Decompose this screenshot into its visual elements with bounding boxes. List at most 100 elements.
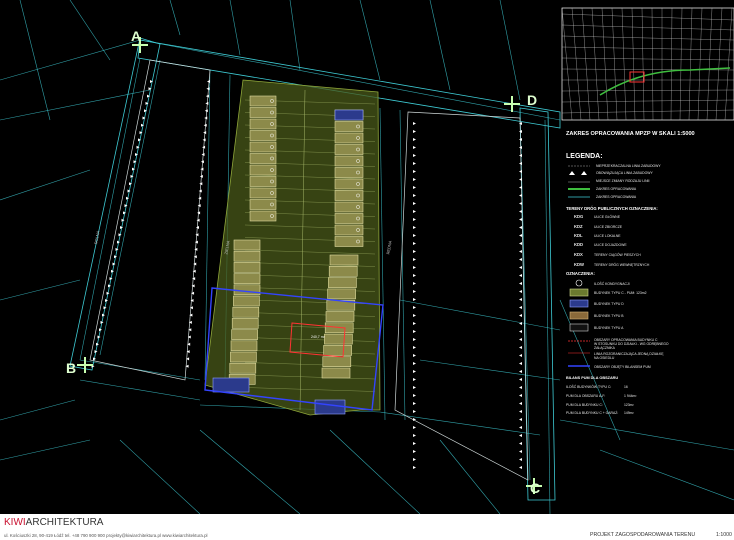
- building-line-marker: [413, 314, 416, 317]
- project-scale: 1:1000: [716, 532, 732, 538]
- building-line-marker: [413, 186, 416, 189]
- corner-label-b: B: [66, 360, 77, 376]
- parcel-line: [289, 0, 301, 71]
- legend-symbol-building: [569, 288, 589, 297]
- logo: KIWIARCHITEKTURA: [4, 517, 103, 528]
- parcel-line: [79, 57, 141, 361]
- parcel-line: [119, 439, 201, 514]
- legend-line-label: MIEJSCE ZMIANY RODZAJU LINII: [596, 179, 650, 183]
- building-line-marker: [413, 218, 416, 221]
- corner-marker: [77, 357, 93, 373]
- building-line-marker: [413, 434, 416, 437]
- house-type-c: [334, 213, 364, 224]
- legend-note: ZAŁĄCZNIKA: [594, 346, 615, 350]
- house-type-c: [249, 187, 277, 199]
- building-line-marker: [205, 94, 209, 98]
- building-line-marker: [519, 202, 522, 205]
- parcel-line: [79, 379, 201, 401]
- building-line-marker: [413, 306, 416, 309]
- legend-road-code: KDG: [574, 214, 584, 219]
- parcel-line: [0, 169, 91, 201]
- building-line-marker: [519, 210, 522, 213]
- parcel-line: [0, 279, 81, 301]
- house-type-c: [324, 333, 353, 345]
- building-line-marker: [519, 330, 522, 333]
- building-line-marker: [519, 242, 522, 245]
- parcel-line: [559, 419, 734, 451]
- building-line-marker: [413, 466, 416, 469]
- building-line-marker: [519, 434, 522, 437]
- building-line-marker: [519, 394, 522, 397]
- building-line-marker: [519, 250, 522, 253]
- building-line-marker: [413, 450, 416, 453]
- legend-title: LEGENDA:: [566, 153, 603, 160]
- building-line-marker: [413, 162, 416, 165]
- legend-note: OBSZARY OBJĘTY BILANSEM PUM: [594, 365, 651, 369]
- parcel-line: [599, 449, 734, 501]
- building-line-marker: [413, 274, 416, 277]
- legend-road-label: TERENY CIĄGÓW PIESZYCH: [594, 253, 641, 257]
- building-line-marker: [413, 138, 416, 141]
- house-type-c: [230, 351, 257, 363]
- building-line-marker: [519, 162, 522, 165]
- building-line-marker: [519, 458, 522, 461]
- legend-road-label: ULICE ZBIORCZE: [594, 225, 623, 229]
- balance-label: PUM DLA BUDYNKU C:: [566, 403, 603, 407]
- parcel-line: [439, 439, 501, 514]
- footer: KIWIARCHITEKTURA ul. Kościuszki 28, 90-4…: [0, 514, 734, 540]
- building-line-marker: [413, 442, 416, 445]
- building-line-marker: [413, 282, 416, 285]
- legend-markings-title: OZNACZENIA:: [566, 271, 595, 276]
- building-line-marker: [413, 298, 416, 301]
- legend-line-label: NIEPRZEKRACZALNA LINIA ZABUDOWY: [596, 164, 661, 168]
- house-type-c: [233, 295, 260, 307]
- building-line-marker: [413, 410, 416, 413]
- parcel-line: [429, 0, 451, 91]
- house-type-c: [334, 121, 364, 132]
- building-line-marker: [413, 146, 416, 149]
- building-line-marker: [413, 194, 416, 197]
- parcel-line: [79, 359, 201, 381]
- building-line-marker: [190, 299, 194, 302]
- building-line-marker: [519, 410, 522, 413]
- house-type-c: [229, 362, 257, 374]
- building-line-marker: [519, 426, 522, 429]
- building-line-marker: [519, 354, 522, 357]
- parcel-line: [399, 299, 561, 331]
- building-line-marker: [206, 87, 210, 91]
- parcel-line: [0, 439, 91, 461]
- house-type-c: [249, 164, 277, 176]
- map-title: ZAKRES OPRACOWANIA MPZP W SKALI 1:5000: [566, 131, 695, 137]
- building-line-marker: [413, 346, 416, 349]
- house-type-c: [230, 340, 258, 352]
- building-line-marker: [519, 266, 522, 269]
- house-type-c: [233, 239, 261, 251]
- parcel-line: [169, 0, 181, 36]
- legend-road-label: ULICE DOJAZDOWE: [594, 243, 627, 247]
- house-type-c: [334, 236, 364, 247]
- building-line-marker: [413, 322, 416, 325]
- legend-line-label: OBOWIĄZUJĄCA LINIA ZABUDOWY: [596, 171, 653, 175]
- house-type-c: [322, 356, 352, 368]
- road-west: [69, 37, 161, 371]
- legend-symbol-triangle: [581, 171, 587, 175]
- building-line-marker: [207, 80, 210, 83]
- balance-value: 123m²: [624, 403, 634, 407]
- balance-value: 16: [624, 385, 628, 389]
- house-type-c: [325, 311, 355, 322]
- building-line-marker: [519, 282, 522, 285]
- area-label: 240,7 m²: [311, 335, 325, 339]
- building-line-marker: [519, 346, 522, 349]
- balance-title: BILANS PUM DLA OBSZARU: [566, 376, 619, 380]
- parcel-line: [229, 0, 241, 56]
- building-line-marker: [413, 354, 416, 357]
- legend-line-label: ZAKRES OPRACOWANIA: [596, 195, 637, 199]
- house-type-c: [334, 144, 364, 155]
- east-parcel: [394, 111, 529, 481]
- legend-road-code: KDL: [574, 233, 583, 238]
- balance-label: ILOŚĆ BUDYNKÓW TYPU C:: [566, 385, 612, 389]
- legend-road-code: KDZ: [574, 224, 583, 229]
- building-line-marker: [413, 266, 416, 269]
- balance-label: PUM DLA OBSZARU A-F:: [566, 394, 606, 398]
- house-type-c: [334, 201, 364, 213]
